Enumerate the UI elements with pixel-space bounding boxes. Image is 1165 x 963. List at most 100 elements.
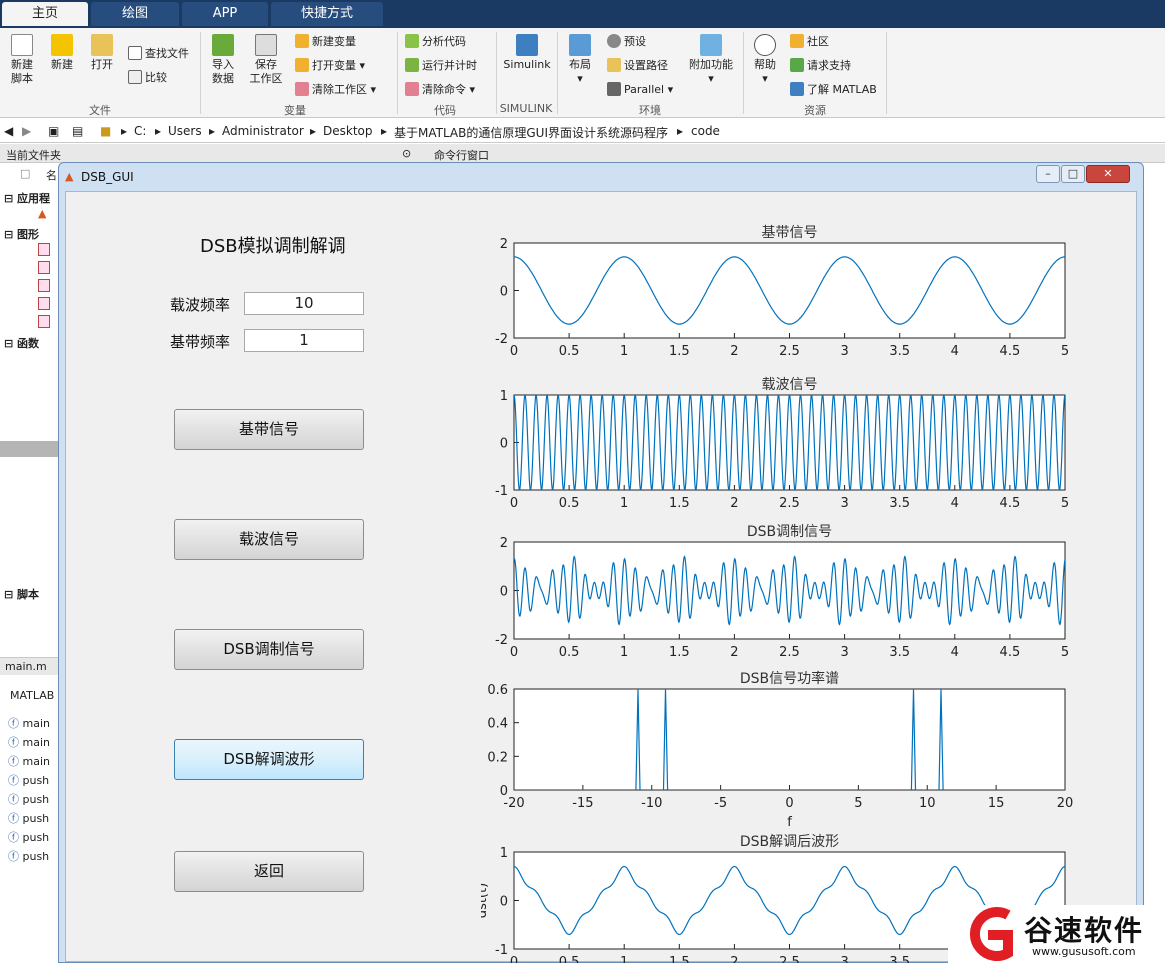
watermark-logo: 谷速软件 www.gususoft.com: [948, 905, 1165, 963]
editor-file-name[interactable]: main.m: [5, 660, 47, 673]
breadcrumb-project[interactable]: 基于MATLAB的通信原理GUI界面设计系统源码程序: [394, 124, 668, 141]
browse-icon[interactable]: ▤: [72, 124, 83, 138]
breadcrumb-code[interactable]: code: [691, 124, 720, 138]
list-item[interactable]: ⓕ main: [8, 734, 50, 750]
clear-commands-button[interactable]: 清除命令 ▾: [405, 82, 475, 97]
list-item[interactable]: ⓕ push: [8, 848, 49, 864]
new-script-button[interactable]: 新建 脚本: [6, 34, 38, 86]
maximize-button[interactable]: □: [1061, 165, 1085, 183]
fig-file-icon[interactable]: [38, 243, 50, 257]
y-tick-label: 0: [500, 585, 508, 600]
x-tick-label: 3.5: [889, 645, 910, 660]
fig-file-icon[interactable]: [38, 297, 50, 311]
fig-file-icon[interactable]: [38, 279, 50, 293]
dsb-modulate-button[interactable]: DSB调制信号: [174, 629, 364, 670]
fig-file-icon[interactable]: [38, 261, 50, 275]
address-bar: ◀ ▶ ▣ ▤ ■ ▸ C: ▸ Users ▸ Administrator ▸…: [0, 119, 1165, 143]
parallel-button[interactable]: Parallel ▾: [607, 82, 673, 97]
list-item[interactable]: ⓕ push: [8, 791, 49, 807]
layout-button[interactable]: 布局 ▾: [563, 34, 597, 86]
ribbon-separator: [886, 32, 887, 114]
back-button[interactable]: 返回: [174, 851, 364, 892]
list-item[interactable]: ⓕ push: [8, 829, 49, 845]
base-freq-input[interactable]: 1: [244, 329, 364, 352]
breadcrumb-desktop[interactable]: Desktop: [323, 124, 373, 138]
x-tick-label: 0: [510, 344, 518, 359]
simulink-button[interactable]: Simulink: [500, 34, 554, 72]
help-button[interactable]: 帮助 ▾: [749, 34, 781, 86]
carrier-freq-input[interactable]: 10: [244, 292, 364, 315]
save-icon: [255, 34, 277, 56]
analyze-code-button[interactable]: 分析代码: [405, 34, 466, 49]
x-tick-label: 3.5: [889, 955, 910, 963]
x-tick-label: 1: [620, 344, 628, 359]
tab-apps[interactable]: APP: [182, 2, 268, 26]
tab-shortcuts[interactable]: 快捷方式: [271, 2, 383, 26]
minimize-button[interactable]: –: [1036, 165, 1060, 183]
clear-icon: [295, 82, 309, 96]
open-variable-button[interactable]: 打开变量 ▾: [295, 58, 365, 73]
function-icon: ⓕ: [8, 812, 19, 825]
ribbon-separator: [397, 32, 398, 114]
list-item[interactable]: ⓕ push: [8, 810, 49, 826]
x-tick-label: 20: [1057, 796, 1074, 811]
group-scripts[interactable]: ⊟ 脚本: [4, 586, 39, 602]
baseband-signal-button[interactable]: 基带信号: [174, 409, 364, 450]
figure-icon: [38, 315, 50, 328]
function-icon: ⓕ: [8, 831, 19, 844]
x-tick-label: 0: [510, 645, 518, 660]
run-and-time-button[interactable]: 运行并计时: [405, 58, 477, 73]
y-tick-label: 0: [500, 784, 508, 799]
learn-icon: [790, 82, 804, 96]
open-button[interactable]: 打开: [86, 34, 118, 72]
name-column-header[interactable]: 名: [46, 167, 57, 183]
preferences-button[interactable]: 预设: [607, 34, 646, 49]
chart-title: DSB调制信号: [747, 524, 832, 540]
chart-3: DSB信号功率谱-20 -15 -10 -5 0 5 10 15 2000.20.40.6f: [487, 670, 1073, 830]
set-path-button[interactable]: 设置路径: [607, 58, 668, 73]
find-files-button[interactable]: 查找文件: [128, 46, 189, 61]
x-tick-label: 2.5: [779, 344, 800, 359]
x-tick-label: 0.5: [559, 645, 580, 660]
function-icon: ⓕ: [8, 717, 19, 730]
addons-button[interactable]: 附加功能 ▾: [686, 34, 736, 86]
x-tick-label: 1.5: [669, 645, 690, 660]
ribbon-toolbar: 新建 脚本 新建 打开 查找文件 比较 文件 导入 数据 保存 工作区 新建变量…: [0, 28, 1165, 118]
clear-workspace-button[interactable]: 清除工作区 ▾: [295, 82, 376, 97]
fig-file-icon[interactable]: [38, 315, 50, 329]
back-icon[interactable]: ◀: [4, 124, 13, 138]
new-button[interactable]: 新建: [46, 34, 78, 72]
new-variable-button[interactable]: 新建变量: [295, 34, 356, 49]
file-icon: □: [20, 167, 31, 180]
tab-home[interactable]: 主页: [2, 2, 88, 26]
close-button[interactable]: ✕: [1086, 165, 1130, 183]
group-figures[interactable]: ⊟ 图形: [4, 226, 39, 242]
list-item[interactable]: ⓕ push: [8, 772, 49, 788]
panel-menu-icon[interactable]: ⊙: [402, 147, 411, 160]
group-code-label: 代码: [434, 104, 456, 117]
breadcrumb-users[interactable]: Users: [168, 124, 202, 138]
request-support-button[interactable]: 请求支持: [790, 58, 851, 73]
breadcrumb-c[interactable]: C:: [134, 124, 146, 138]
learn-matlab-button[interactable]: 了解 MATLAB: [790, 82, 877, 97]
up-folder-icon[interactable]: ▣: [48, 124, 59, 138]
list-item[interactable]: ⓕ main: [8, 715, 50, 731]
group-functions[interactable]: ⊟ 函数: [4, 335, 39, 351]
function-icon: ⓕ: [8, 736, 19, 749]
dsb-demodulate-button[interactable]: DSB解调波形: [174, 739, 364, 780]
group-apps[interactable]: ⊟ 应用程: [4, 190, 50, 206]
tab-plots[interactable]: 绘图: [91, 2, 179, 26]
compare-button[interactable]: 比较: [128, 70, 167, 85]
breadcrumb-administrator[interactable]: Administrator: [222, 124, 304, 138]
forward-icon[interactable]: ▶: [22, 124, 31, 138]
community-button[interactable]: 社区: [790, 34, 829, 49]
matlab-desktop: 主页 绘图 APP 快捷方式 新建 脚本 新建 打开 查找文件 比较 文件 导入…: [0, 0, 1165, 963]
save-workspace-button[interactable]: 保存 工作区: [246, 34, 286, 86]
carrier-signal-button[interactable]: 载波信号: [174, 519, 364, 560]
chart-title: DSB解调后波形: [740, 834, 839, 850]
list-item[interactable]: ⓕ main: [8, 753, 50, 769]
timer-icon: [405, 58, 419, 72]
import-data-button[interactable]: 导入 数据: [207, 34, 239, 86]
group-file-label: 文件: [89, 104, 111, 117]
dsb-gui-window: ▲ DSB_GUI – □ ✕ DSB模拟调制解调 载波频率 10 基带频率 1…: [58, 162, 1144, 963]
